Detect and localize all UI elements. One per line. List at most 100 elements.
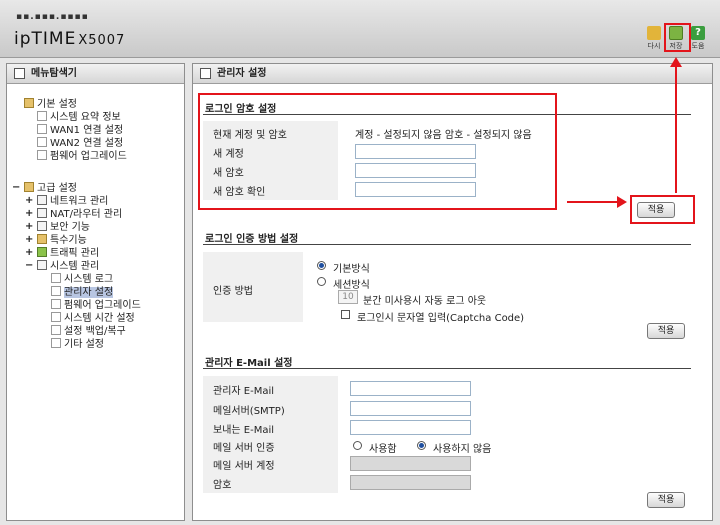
router-icon (37, 208, 47, 218)
page-icon (37, 111, 47, 121)
auth-session-label: 세션방식 (333, 280, 370, 291)
tree-label: 시스템 요약 정보 (50, 112, 121, 123)
expand-icon[interactable]: + (25, 234, 33, 245)
page-icon (37, 124, 47, 134)
tree-item-nat[interactable]: NAT/라우터 관리 (37, 208, 122, 221)
smtp-input[interactable] (350, 401, 471, 416)
folder-icon (24, 182, 34, 192)
page-icon (51, 338, 61, 348)
tree-item-firmware[interactable]: 펌웨어 업그레이드 (51, 299, 141, 312)
collapse-icon[interactable]: − (25, 260, 33, 271)
tree-item-traffic[interactable]: 트래픽 관리 (37, 247, 99, 260)
apply-email-button[interactable]: 적용 (647, 492, 685, 508)
help-icon: ? (691, 26, 705, 40)
tree-item-network[interactable]: 네트워크 관리 (37, 195, 108, 208)
tree-label: 펌웨어 업그레이드 (64, 300, 141, 311)
auth-method-title: 로그인 인증 방법 설정 (205, 234, 299, 245)
folder-icon (37, 234, 47, 244)
tree-advanced-settings[interactable]: 고급 설정 (24, 182, 77, 195)
network-icon (37, 195, 47, 205)
page-icon (51, 325, 61, 335)
session-timeout-input[interactable]: 10 (338, 290, 358, 304)
auth-session-radio[interactable] (317, 277, 326, 286)
brand-dots: ▪▪.▪▪▪.▪▪▪▪ (16, 12, 89, 22)
expand-icon[interactable]: + (25, 247, 33, 258)
auth-basic-label: 기본방식 (333, 264, 370, 275)
tree-label: 시스템 시간 설정 (64, 313, 135, 324)
tree-item-system-time[interactable]: 시스템 시간 설정 (51, 312, 135, 325)
help-button[interactable]: ? 도움 (689, 26, 707, 51)
server-auth-notuse-radio[interactable] (417, 441, 426, 450)
tree-label: 설정 백업/복구 (64, 326, 126, 337)
tree-item-security[interactable]: 보안 기능 (37, 221, 90, 234)
tree-label: 보안 기능 (50, 222, 90, 233)
window-icon (200, 68, 211, 79)
admin-email-label: 관리자 E-Mail (213, 386, 275, 397)
tree-item-admin-settings[interactable]: 관리자 설정 (51, 286, 114, 299)
highlight-apply-button (630, 195, 695, 224)
lock-icon (37, 221, 47, 231)
tree-item-firmware-basic[interactable]: 펌웨어 업그레이드 (37, 150, 127, 163)
arrow-up-icon (670, 57, 682, 67)
sender-email-input[interactable] (350, 420, 471, 435)
page-icon (51, 312, 61, 322)
tree-label: NAT/라우터 관리 (50, 209, 123, 220)
server-account-input[interactable] (350, 456, 471, 471)
admin-email-input[interactable] (350, 381, 471, 396)
server-auth-label: 메일 서버 인증 (213, 443, 275, 454)
expand-icon[interactable]: + (25, 195, 33, 206)
restart-label: 다시 (647, 42, 661, 50)
tree-item-special[interactable]: 특수기능 (37, 234, 87, 247)
menu-explorer-title: 메뉴탐색기 (31, 68, 77, 79)
system-icon (37, 260, 47, 270)
highlight-login-password (198, 93, 557, 210)
page-icon (51, 286, 61, 296)
tree-label: 네트워크 관리 (50, 196, 109, 207)
tree-item-system-log[interactable]: 시스템 로그 (51, 273, 113, 286)
restart-button[interactable]: 다시 (645, 26, 663, 51)
auth-method-label: 인증 방법 (213, 286, 253, 297)
page-title: 관리자 설정 (217, 68, 267, 79)
tree-item-backup[interactable]: 설정 백업/복구 (51, 325, 126, 338)
tree-item-wan2[interactable]: WAN2 연결 설정 (37, 137, 123, 150)
page-icon (51, 273, 61, 283)
arrow-line (675, 66, 677, 193)
apply-auth-method-button[interactable]: 적용 (647, 323, 685, 339)
tree-item-system-summary[interactable]: 시스템 요약 정보 (37, 111, 121, 124)
menu-explorer-panel: 메뉴탐색기 기본 설정 시스템 요약 정보 WAN1 연결 설정 WAN2 연결… (6, 63, 185, 521)
tree-label: WAN1 연결 설정 (50, 125, 124, 136)
tree-basic-settings[interactable]: 기본 설정 (24, 98, 77, 111)
server-password-input[interactable] (350, 475, 471, 490)
tree-label: 시스템 관리 (50, 261, 100, 272)
smtp-label: 메일서버(SMTP) (213, 406, 285, 417)
server-account-label: 메일 서버 계정 (213, 461, 275, 472)
expand-icon[interactable]: + (25, 208, 33, 219)
brand-name: ipTIME (14, 29, 77, 49)
highlight-save-button (664, 23, 691, 52)
auth-basic-radio[interactable] (317, 261, 326, 270)
tree-label: WAN2 연결 설정 (50, 138, 124, 149)
session-timeout-label: 분간 미사용시 자동 로그 아웃 (363, 296, 487, 307)
page-icon (37, 137, 47, 147)
tree-label: 펌웨어 업그레이드 (50, 151, 127, 162)
tree-item-etc[interactable]: 기타 설정 (51, 338, 104, 351)
tree-label: 특수기능 (50, 235, 87, 246)
tree-item-system[interactable]: 시스템 관리 (37, 260, 99, 273)
tree-label: 기본 설정 (37, 99, 77, 110)
server-auth-use-radio[interactable] (353, 441, 362, 450)
captcha-checkbox[interactable] (341, 310, 350, 319)
tree-item-wan1[interactable]: WAN1 연결 설정 (37, 124, 123, 137)
folder-icon (24, 98, 34, 108)
restart-icon (647, 26, 661, 40)
server-auth-notuse-label: 사용하지 않음 (433, 444, 492, 455)
magnifier-icon (14, 68, 25, 79)
page-icon (37, 150, 47, 160)
divider (203, 368, 691, 369)
tree-label: 시스템 로그 (64, 274, 114, 285)
expand-icon[interactable]: + (25, 221, 33, 232)
captcha-label: 로그인시 문자열 입력(Captcha Code) (357, 313, 525, 324)
menu-explorer-header: 메뉴탐색기 (7, 64, 184, 84)
sender-email-label: 보내는 E-Mail (213, 425, 275, 436)
divider (203, 244, 691, 245)
collapse-icon[interactable]: − (12, 182, 20, 193)
